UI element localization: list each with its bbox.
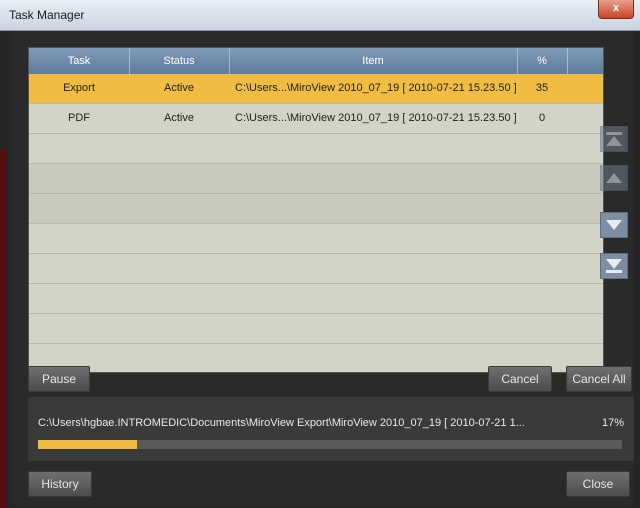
history-button[interactable]: History <box>28 471 92 497</box>
move-down-icon <box>606 220 622 230</box>
window-title: Task Manager <box>9 8 85 22</box>
move-down-button[interactable] <box>600 212 628 238</box>
move-to-top-icon <box>606 132 622 146</box>
column-header-item[interactable]: Item <box>229 48 518 74</box>
empty-row <box>29 224 603 254</box>
cell-status: Active <box>164 112 194 124</box>
cell-task: Export <box>63 82 95 94</box>
close-window-button[interactable]: x <box>598 0 634 19</box>
empty-row <box>29 194 603 224</box>
column-header-task[interactable]: Task <box>29 48 130 74</box>
title-bar: Task Manager x <box>0 0 640 31</box>
move-up-icon <box>606 173 622 183</box>
cancel-button[interactable]: Cancel <box>488 366 552 392</box>
content-area: Task Status Item % Export Active C:\User… <box>12 31 634 505</box>
progress-path: C:\Users\hgbae.INTROMEDIC\Documents\Miro… <box>38 417 525 429</box>
cell-status: Active <box>164 82 194 94</box>
empty-row <box>29 164 603 194</box>
cancel-all-button[interactable]: Cancel All <box>566 366 632 392</box>
progress-percent: 17% <box>601 417 624 429</box>
empty-row <box>29 314 603 344</box>
move-to-top-button[interactable] <box>600 126 628 152</box>
progress-bar <box>38 440 622 449</box>
move-up-button[interactable] <box>600 165 628 191</box>
move-to-bottom-icon <box>606 259 622 273</box>
table-header: Task Status Item % <box>29 48 603 74</box>
window-edge <box>0 150 6 508</box>
cell-item: C:\Users...\MiroView 2010_07_19 [ 2010-0… <box>235 82 517 94</box>
task-table: Task Status Item % Export Active C:\User… <box>28 47 604 373</box>
cell-percent: 0 <box>538 112 546 124</box>
close-button[interactable]: Close <box>566 471 630 497</box>
cell-percent: 35 <box>535 82 549 94</box>
table-row[interactable]: Export Active C:\Users...\MiroView 2010_… <box>29 74 603 104</box>
pause-button[interactable]: Pause <box>28 366 90 392</box>
task-manager-window: Task Manager x Task Status Item % Export… <box>0 0 640 508</box>
empty-row <box>29 134 603 164</box>
cell-task: PDF <box>68 112 90 124</box>
column-header-status[interactable]: Status <box>129 48 230 74</box>
cell-item: C:\Users...\MiroView 2010_07_19 [ 2010-0… <box>235 112 517 124</box>
column-header-percent[interactable]: % <box>517 48 568 74</box>
table-row[interactable]: PDF Active C:\Users...\MiroView 2010_07_… <box>29 104 603 134</box>
progress-bar-fill <box>38 440 138 449</box>
empty-row <box>29 284 603 314</box>
move-to-bottom-button[interactable] <box>600 253 628 279</box>
progress-panel: C:\Users\hgbae.INTROMEDIC\Documents\Miro… <box>28 397 634 461</box>
empty-row <box>29 254 603 284</box>
